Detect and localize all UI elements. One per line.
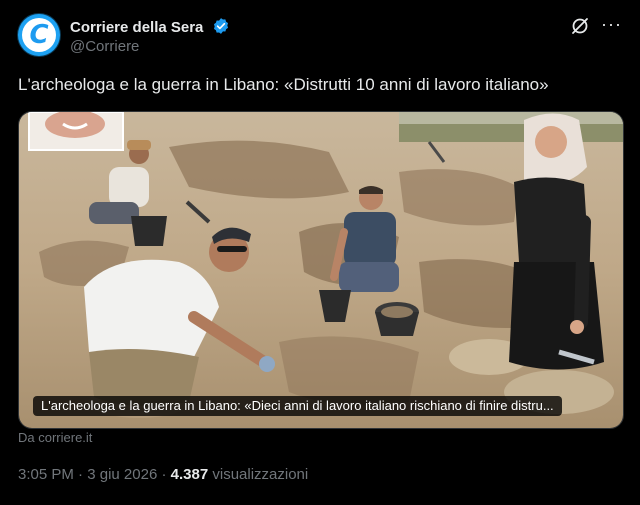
author-avatar[interactable]: C <box>18 14 60 56</box>
author-name-text[interactable]: Corriere della Sera <box>70 19 203 36</box>
tweet-header: C Corriere della Sera @Corriere ··· <box>18 14 622 58</box>
verified-badge-icon[interactable] <box>212 17 230 39</box>
views-label: visualizzazioni <box>212 466 309 483</box>
tweet-meta: 3:05 PM · 3 giu 2026 · 4.387 visualizzaz… <box>18 466 308 483</box>
views-count: 4.387 <box>170 466 209 483</box>
author-name[interactable]: Corriere della Sera <box>70 17 230 39</box>
avatar-logo-letter: C <box>29 20 49 50</box>
tweet-text: L'archeologa e la guerra in Libano: «Dis… <box>18 75 549 94</box>
meta-separator: · <box>161 466 167 483</box>
tweet-time[interactable]: 3:05 PM <box>18 466 74 483</box>
link-card[interactable]: L'archeologa e la guerra in Libano: «Die… <box>18 111 624 429</box>
tweet-date[interactable]: 3 giu 2026 <box>87 466 157 483</box>
more-icon[interactable]: ··· <box>601 14 622 35</box>
card-source-link[interactable]: Da corriere.it <box>18 430 92 445</box>
author-handle[interactable]: @Corriere <box>70 38 139 55</box>
card-caption[interactable]: L'archeologa e la guerra in Libano: «Die… <box>33 396 562 416</box>
card-photo <box>19 112 623 428</box>
grok-icon[interactable] <box>570 16 590 36</box>
meta-separator: · <box>78 466 84 483</box>
